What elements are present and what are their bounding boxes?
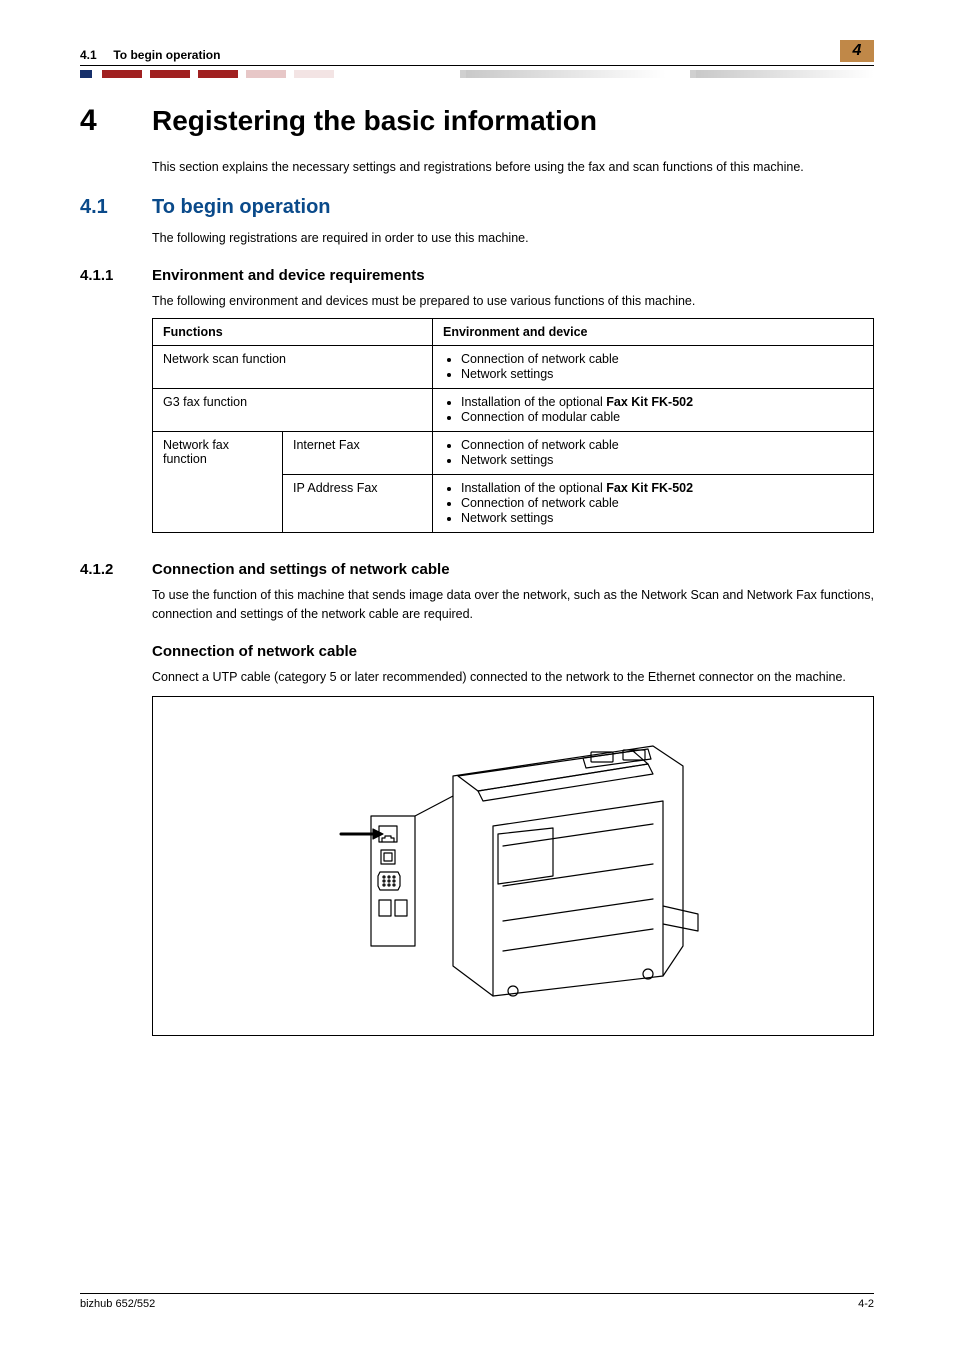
- table-cell-function: Network scan function: [153, 346, 433, 389]
- env-item: Network settings: [461, 453, 863, 467]
- env-item: Network settings: [461, 511, 863, 525]
- subhead-connection: Connection of network cable: [152, 643, 874, 660]
- footer-model: bizhub 652/552: [80, 1298, 155, 1310]
- running-header-chapter-number: 4: [853, 42, 862, 60]
- subsection-number: 4.1.1: [80, 267, 152, 284]
- table-cell-subtype: Internet Fax: [283, 432, 433, 475]
- section-title: To begin operation: [152, 196, 331, 219]
- env-item: Connection of network cable: [461, 496, 863, 510]
- chapter-title: Registering the basic information: [152, 105, 597, 137]
- env-item: Installation of the optional Fax Kit FK-…: [461, 481, 863, 495]
- table-header-env: Environment and device: [433, 319, 874, 346]
- table-cell-function: Network fax function: [153, 432, 283, 533]
- env-item: Installation of the optional Fax Kit FK-…: [461, 395, 863, 409]
- subsection-number: 4.1.2: [80, 561, 152, 578]
- subsection-4-1-2-intro: To use the function of this machine that…: [152, 586, 874, 622]
- table-row: Network fax function Internet Fax Connec…: [153, 432, 874, 475]
- env-item: Connection of modular cable: [461, 410, 863, 424]
- subpara-connection: Connect a UTP cable (category 5 or later…: [152, 668, 874, 686]
- footer-page-number: 4-2: [858, 1298, 874, 1310]
- requirements-table: Functions Environment and device Network…: [152, 318, 874, 533]
- env-item: Connection of network cable: [461, 352, 863, 366]
- ornament-divider: [80, 70, 874, 78]
- table-cell-env: Connection of network cable Network sett…: [433, 432, 874, 475]
- printer-illustration-icon: [253, 716, 773, 1016]
- env-item: Connection of network cable: [461, 438, 863, 452]
- subsection-heading-4-1-1: 4.1.1 Environment and device requirement…: [80, 267, 874, 284]
- subsection-4-1-1-intro: The following environment and devices mu…: [152, 292, 874, 310]
- table-cell-env: Installation of the optional Fax Kit FK-…: [433, 475, 874, 533]
- running-header-section-title: To begin operation: [113, 48, 220, 62]
- running-header-chapter-badge: 4: [840, 40, 874, 62]
- table-row: G3 fax function Installation of the opti…: [153, 389, 874, 432]
- chapter-heading: 4 Registering the basic information: [80, 104, 874, 138]
- chapter-number: 4: [80, 104, 152, 138]
- section-4-1-intro: The following registrations are required…: [152, 229, 874, 247]
- subsection-title: Environment and device requirements: [152, 267, 425, 284]
- running-header-section-number: 4.1: [80, 48, 97, 62]
- section-number: 4.1: [80, 196, 152, 219]
- subsection-heading-4-1-2: 4.1.2 Connection and settings of network…: [80, 561, 874, 578]
- table-row: Network scan function Connection of netw…: [153, 346, 874, 389]
- running-header: 4.1 To begin operation 4: [80, 40, 874, 66]
- env-item: Network settings: [461, 367, 863, 381]
- table-cell-env: Connection of network cable Network sett…: [433, 346, 874, 389]
- table-cell-subtype: IP Address Fax: [283, 475, 433, 533]
- running-header-left: 4.1 To begin operation: [80, 48, 220, 62]
- table-header-row: Functions Environment and device: [153, 319, 874, 346]
- table-cell-env: Installation of the optional Fax Kit FK-…: [433, 389, 874, 432]
- figure-printer-diagram: [152, 696, 874, 1036]
- section-heading-4-1: 4.1 To begin operation: [80, 196, 874, 219]
- page-footer: bizhub 652/552 4-2: [80, 1293, 874, 1310]
- subsection-title: Connection and settings of network cable: [152, 561, 450, 578]
- table-cell-function: G3 fax function: [153, 389, 433, 432]
- table-header-functions: Functions: [153, 319, 433, 346]
- chapter-intro: This section explains the necessary sett…: [152, 158, 874, 176]
